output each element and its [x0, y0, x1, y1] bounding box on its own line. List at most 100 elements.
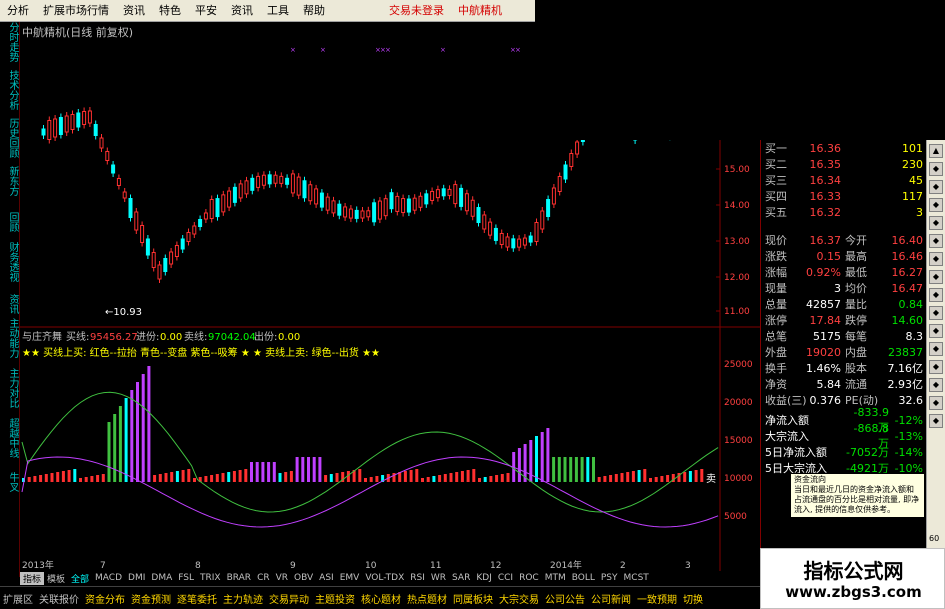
indicator-tab[interactable]: ROC — [516, 573, 542, 583]
indicator-tab[interactable]: 指标 — [20, 571, 45, 585]
indicator-tab[interactable]: MACD — [92, 573, 125, 583]
indicator-tab[interactable]: SAR — [449, 573, 473, 583]
indicator-tab[interactable]: VR — [273, 573, 291, 583]
indicator-tab[interactable]: BOLL — [569, 573, 598, 583]
volume-bar — [643, 469, 647, 482]
function-tab[interactable]: 逐笔委托 — [174, 591, 220, 606]
volume-bar — [666, 475, 670, 482]
indicator-tab[interactable]: PSY — [598, 573, 621, 583]
nav-tab-review[interactable]: 回顾 — [2, 212, 18, 232]
volume-bar — [261, 462, 265, 482]
indicator-tab[interactable]: MTM — [542, 573, 569, 583]
indicator-tab[interactable]: KDJ — [473, 573, 495, 583]
function-tab[interactable]: 关联报价 — [36, 591, 82, 606]
nav-tab-bull-cross[interactable]: 牛叉 — [2, 472, 18, 492]
toolbar-button-8[interactable]: ◆ — [929, 270, 943, 284]
nav-tab-main-compare[interactable]: 主力对比 — [2, 368, 18, 408]
indicator-tab[interactable]: MCST — [621, 573, 652, 583]
function-tab[interactable]: 公司公告 — [542, 591, 588, 606]
right-toolbar[interactable]: ▲ ◆ ◆ ◆ ◆ ◆ ◆ ◆ ◆ ◆ ◆ ◆ ◆ ◆ ◆ ◆ 60 — [926, 140, 945, 560]
toolbar-button-11[interactable]: ◆ — [929, 324, 943, 338]
capital-flow-row[interactable]: 净流入额 -833.9万 -12% — [761, 406, 927, 434]
nav-tab-finance[interactable]: 财务透视 — [2, 242, 18, 282]
nav-tab-history[interactable]: 历史回顾 — [2, 118, 18, 158]
bid-row[interactable]: 买五 16.32 3 — [761, 204, 927, 220]
menu-analysis[interactable]: 分析 — [0, 0, 36, 22]
function-tab[interactable]: 核心题材 — [358, 591, 404, 606]
toolbar-button-14[interactable]: ◆ — [929, 378, 943, 392]
menu-help[interactable]: 帮助 — [296, 0, 332, 22]
bid-row[interactable]: 买三 16.34 45 — [761, 172, 927, 188]
indicator-tab[interactable]: BRAR — [224, 573, 254, 583]
indicator-tab[interactable]: ASI — [316, 573, 337, 583]
indicator-tab[interactable]: 全部 — [68, 572, 92, 585]
toolbar-button-5[interactable]: ◆ — [929, 216, 943, 230]
candle-body — [459, 187, 464, 207]
function-tab[interactable]: 资金预测 — [128, 591, 174, 606]
toolbar-button-7[interactable]: ◆ — [929, 252, 943, 266]
indicator-tab[interactable]: VOL-TDX — [362, 573, 407, 583]
menu-features[interactable]: 特色 — [152, 0, 188, 22]
indicator-tab[interactable]: FSL — [175, 573, 197, 583]
toolbar-button-16[interactable]: ◆ — [929, 414, 943, 428]
indicator-tab[interactable]: WR — [428, 573, 449, 583]
flow-label: 大宗流入 — [765, 430, 809, 443]
nav-tab-intraday[interactable]: 分时走势 — [2, 22, 18, 62]
toolbar-button-9[interactable]: ◆ — [929, 288, 943, 302]
function-tab[interactable]: 交易异动 — [266, 591, 312, 606]
function-tab[interactable]: 主题投资 — [312, 591, 358, 606]
function-tab[interactable]: 资金分布 — [82, 591, 128, 606]
signal-marker: × — [515, 46, 521, 54]
login-status[interactable]: 交易未登录 — [382, 0, 451, 22]
volume-bar — [267, 462, 271, 482]
function-tab[interactable]: 大宗交易 — [496, 591, 542, 606]
menu-pingan[interactable]: 平安 — [188, 0, 224, 22]
toolbar-button-10[interactable]: ◆ — [929, 306, 943, 320]
menu-news[interactable]: 资讯 — [224, 0, 260, 22]
volume-bar — [284, 472, 288, 482]
bid-row[interactable]: 买四 16.33 117 — [761, 188, 927, 204]
indicator-tab[interactable]: CCI — [495, 573, 516, 583]
toolbar-button-6[interactable]: ◆ — [929, 234, 943, 248]
indicator-tab[interactable]: DMA — [148, 573, 175, 583]
nav-tab-surpass[interactable]: 超越中线 — [2, 418, 18, 458]
bid-row[interactable]: 买二 16.35 230 — [761, 156, 927, 172]
indicator-tab[interactable]: RSI — [407, 573, 428, 583]
enter-label: 进份: — [136, 331, 159, 343]
stat-value-2: 0.84 — [898, 297, 924, 311]
nav-tab-active-power[interactable]: 主动能力 — [2, 318, 18, 358]
function-tab[interactable]: 扩展区 — [0, 591, 36, 606]
menu-info[interactable]: 资讯 — [116, 0, 152, 22]
function-tab[interactable]: 同属板块 — [450, 591, 496, 606]
function-tab[interactable]: 公司新闻 — [588, 591, 634, 606]
toolbar-button-3[interactable]: ◆ — [929, 180, 943, 194]
indicator-tab[interactable]: CR — [254, 573, 273, 583]
toolbar-button-4[interactable]: ◆ — [929, 198, 943, 212]
toolbar-button-12[interactable]: ◆ — [929, 342, 943, 356]
volume-bar — [56, 472, 60, 482]
toolbar-button-2[interactable]: ◆ — [929, 162, 943, 176]
capital-flow-tooltip: 资金流向 当日和最近几日的资金净流入额和占流通盘的百分比是相对流量, 即净流入,… — [790, 473, 925, 518]
indicator-tab[interactable]: TRIX — [197, 573, 224, 583]
bid-row[interactable]: 买一 16.36 101 — [761, 140, 927, 156]
indicator-tab[interactable]: EMV — [337, 573, 363, 583]
nav-tab-technical[interactable]: 技术分析 — [2, 70, 18, 110]
menu-extended-market[interactable]: 扩展市场行情 — [36, 0, 116, 22]
function-tab[interactable]: 一致预期 — [634, 591, 680, 606]
toolbar-button-13[interactable]: ◆ — [929, 360, 943, 374]
capital-flow-row[interactable]: 5日净流入额 -7052万 -14% — [761, 444, 927, 460]
function-tab[interactable]: 主力轨迹 — [220, 591, 266, 606]
capital-flow-row[interactable]: 大宗流入 -868.8万 -13% — [761, 422, 927, 450]
candle-body — [285, 177, 290, 185]
toolbar-button-15[interactable]: ◆ — [929, 396, 943, 410]
nav-tab-info[interactable]: 资讯 — [2, 294, 18, 314]
function-tab[interactable]: 热点题材 — [404, 591, 450, 606]
nav-tab-new-east[interactable]: 新东方 — [2, 166, 18, 196]
indicator-tab[interactable]: 模板 — [44, 572, 68, 585]
menu-tools[interactable]: 工具 — [260, 0, 296, 22]
indicator-tab[interactable]: DMI — [125, 573, 148, 583]
toolbar-button-1[interactable]: ▲ — [929, 144, 943, 158]
chart-area[interactable]: 中航精机(日线 前复权) 15.00 14.00 13.00 12.00 11.00 ←… — [20, 22, 760, 577]
function-tab[interactable]: 切换 — [680, 591, 706, 606]
indicator-tab[interactable]: OBV — [291, 573, 316, 583]
